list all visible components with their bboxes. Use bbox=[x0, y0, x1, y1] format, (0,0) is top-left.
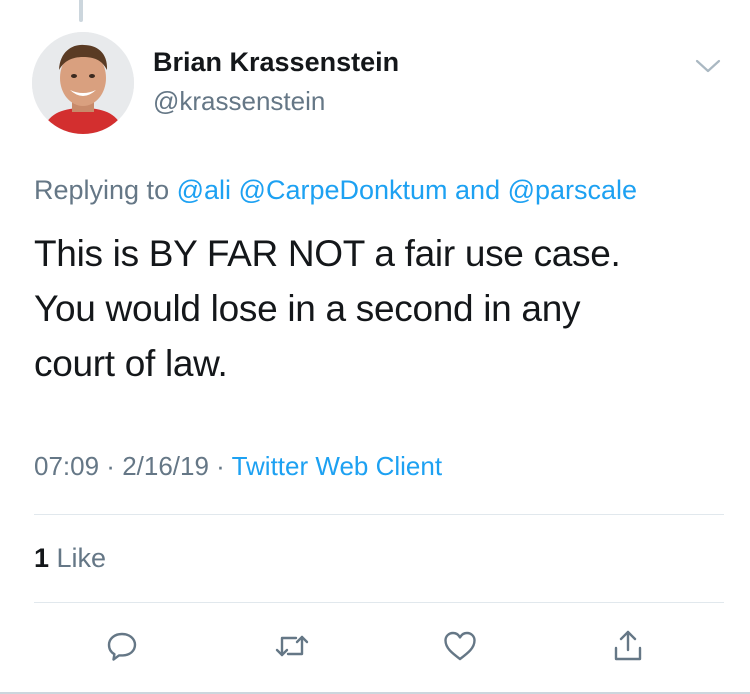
reply-icon[interactable] bbox=[102, 626, 142, 666]
tweet-text-line: court of law. bbox=[34, 343, 228, 384]
share-icon[interactable] bbox=[608, 626, 648, 666]
mention-link-carpedonktum[interactable]: @CarpeDonktum bbox=[239, 175, 448, 205]
likes-summary[interactable]: 1 Like bbox=[34, 543, 106, 574]
mention-link-ali[interactable]: @ali bbox=[177, 175, 231, 205]
replying-prefix: Replying to bbox=[34, 175, 177, 205]
mention-joiner: and bbox=[447, 175, 508, 205]
avatar-image bbox=[32, 32, 134, 134]
tweet-detail: Brian Krassenstein @krassenstein Replyin… bbox=[0, 0, 750, 694]
tweet-text: This is BY FAR NOT a fair use case. You … bbox=[34, 226, 724, 391]
like-label: Like bbox=[49, 543, 107, 573]
tweet-time: 07:09 bbox=[34, 451, 100, 481]
meta-separator: · bbox=[208, 451, 232, 481]
replying-to: Replying to @ali @CarpeDonktum and @pars… bbox=[34, 175, 637, 206]
meta-separator: · bbox=[99, 451, 123, 481]
tweet-meta: 07:09 · 2/16/19 · Twitter Web Client bbox=[34, 451, 442, 482]
tweet-text-line: You would lose in a second in any bbox=[34, 288, 581, 329]
retweet-icon[interactable] bbox=[272, 626, 312, 666]
heart-icon[interactable] bbox=[440, 626, 480, 666]
mention-link-parscale[interactable]: @parscale bbox=[508, 175, 637, 205]
divider bbox=[34, 514, 724, 515]
avatar[interactable] bbox=[32, 32, 134, 134]
author-name[interactable]: Brian Krassenstein bbox=[153, 47, 399, 78]
chevron-down-icon[interactable] bbox=[693, 55, 723, 77]
client-link[interactable]: Twitter Web Client bbox=[232, 451, 442, 481]
author-handle[interactable]: @krassenstein bbox=[153, 86, 325, 117]
divider bbox=[34, 602, 724, 603]
like-count: 1 bbox=[34, 543, 50, 573]
tweet-date: 2/16/19 bbox=[122, 451, 209, 481]
thread-connector-line bbox=[79, 0, 83, 22]
tweet-text-line: This is BY FAR NOT a fair use case. bbox=[34, 233, 621, 274]
